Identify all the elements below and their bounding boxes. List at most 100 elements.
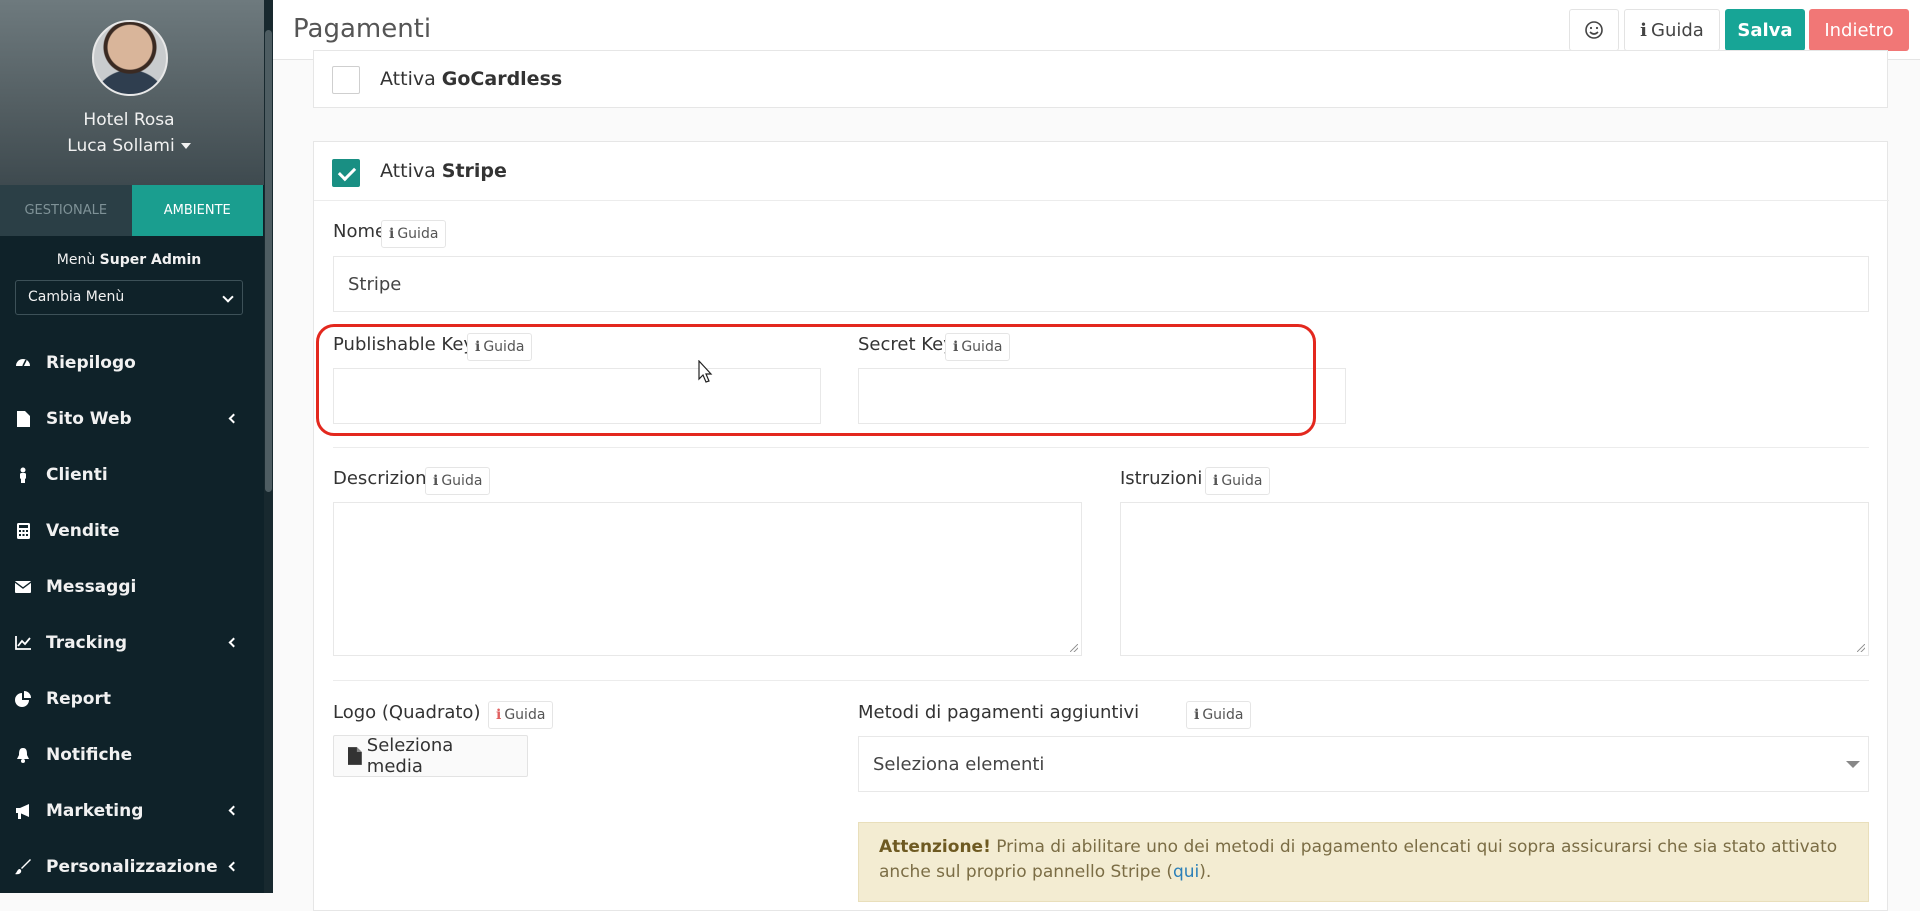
sidebar-item-label: Notifiche [46, 745, 133, 765]
info-icon: i [389, 226, 395, 242]
info-icon: i [1213, 473, 1219, 489]
dashboard-icon [14, 354, 32, 372]
descrizione-textarea[interactable] [333, 502, 1082, 656]
select-media-label: Seleziona media [366, 735, 454, 777]
sidebar-nav: Riepilogo Sito Web Clienti Vendite Messaggi T… [0, 335, 263, 895]
warning-alert: Attenzione! Prima di abilitare uno dei m… [858, 822, 1869, 902]
divider [333, 447, 1869, 448]
menu-heading: Menù Super Admin [0, 252, 258, 268]
stripe-panel-link[interactable]: qui [1173, 862, 1199, 882]
istruzioni-guida-button[interactable]: i Guida [1205, 467, 1271, 495]
menu-role: Super Admin [99, 252, 202, 268]
tab-ambiente[interactable]: AMBIENTE [131, 185, 263, 236]
hotel-name: Hotel Rosa [83, 110, 175, 130]
megaphone-icon [14, 802, 32, 820]
sidebar-item-messaggi[interactable]: Messaggi [0, 559, 263, 615]
highlight-annotation [316, 324, 1316, 436]
user-menu[interactable]: Luca Sollami [0, 136, 258, 156]
stripe-prefix: Attiva [380, 160, 436, 182]
sidebar-item-label: Riepilogo [46, 353, 136, 373]
divider [314, 200, 1889, 201]
alert-end: ). [1199, 862, 1212, 882]
gocardless-name: GoCardless [441, 68, 563, 90]
descrizione-guida-button[interactable]: i Guida [425, 467, 491, 495]
metodi-select[interactable]: Seleziona elementi [858, 736, 1869, 792]
sidebar-item-personalizzazione[interactable]: Personalizzazione [0, 839, 263, 895]
select-media-button[interactable]: Seleziona media [333, 735, 528, 777]
menu-prefix: Menù [56, 252, 96, 268]
sidebar-item-label: Report [46, 689, 111, 709]
sidebar-item-label: Tracking [46, 633, 128, 653]
sidebar: Hotel Rosa Luca Sollami GESTIONALE AMBIE… [0, 0, 273, 893]
bell-icon [14, 746, 32, 764]
chevron-left-icon [228, 413, 239, 424]
file-icon [14, 410, 32, 428]
sidebar-item-report[interactable]: Report [0, 671, 263, 727]
guida-label: Guida [1221, 473, 1263, 489]
chevron-left-icon [228, 805, 239, 816]
sidebar-item-label: Personalizzazione [46, 857, 218, 877]
istruzioni-label: Istruzioni [1120, 468, 1203, 489]
save-button[interactable]: Salva [1725, 9, 1805, 51]
info-icon: i [433, 473, 439, 489]
sidebar-item-notifiche[interactable]: Notifiche [0, 727, 263, 783]
nome-input[interactable]: Stripe [333, 256, 1869, 312]
envelope-icon [14, 578, 32, 596]
sidebar-item-tracking[interactable]: Tracking [0, 615, 263, 671]
caret-down-icon [1846, 761, 1860, 768]
guida-label: Guida [1651, 19, 1704, 41]
file-icon [348, 747, 362, 765]
stripe-panel: Attiva Stripe Nome i Guida Stripe Publish… [313, 141, 1889, 911]
info-icon: i [1194, 707, 1200, 723]
istruzioni-textarea[interactable] [1120, 502, 1869, 656]
gocardless-prefix: Attiva [380, 68, 436, 90]
avatar[interactable] [92, 20, 168, 96]
guida-label: Guida [397, 226, 439, 242]
descrizione-label: Descrizione [333, 468, 438, 489]
gocardless-panel: Attiva GoCardless [313, 50, 1888, 108]
chevron-left-icon [228, 861, 239, 872]
sidebar-item-vendite[interactable]: Vendite [0, 503, 263, 559]
stripe-label: Attiva Stripe [380, 160, 507, 182]
stripe-checkbox[interactable] [332, 159, 360, 187]
line-chart-icon [14, 634, 32, 652]
sidebar-item-riepilogo[interactable]: Riepilogo [0, 335, 263, 391]
sidebar-item-label: Vendite [46, 521, 120, 541]
info-icon: i [496, 707, 502, 723]
sidebar-scroll-thumb[interactable] [265, 30, 272, 492]
page-title: Pagamenti [293, 14, 432, 44]
guida-label: Guida [441, 473, 483, 489]
mode-tabs: GESTIONALE AMBIENTE [0, 185, 263, 236]
sidebar-item-label: Messaggi [46, 577, 137, 597]
back-button[interactable]: Indietro [1809, 9, 1909, 51]
menu-select[interactable]: Cambia Menù [15, 280, 243, 315]
guida-label: Guida [504, 707, 546, 723]
chevron-down-icon [222, 291, 234, 303]
main-content: Attiva GoCardless Attiva Stripe Nome i Gu… [273, 50, 1920, 911]
tab-gestionale[interactable]: GESTIONALE [0, 185, 132, 236]
sidebar-item-label: Marketing [46, 801, 144, 821]
guida-label: Guida [1202, 707, 1244, 723]
alert-text: Prima di abilitare uno dei metodi di pag… [879, 837, 1838, 882]
nome-guida-button[interactable]: i Guida [381, 220, 447, 248]
sidebar-item-marketing[interactable]: Marketing [0, 783, 263, 839]
caret-down-icon [180, 143, 191, 149]
calculator-icon [14, 522, 32, 540]
info-icon: i [1640, 19, 1647, 41]
metodi-placeholder: Seleziona elementi [873, 753, 1045, 775]
sidebar-item-label: Sito Web [46, 409, 132, 429]
sidebar-item-sito-web[interactable]: Sito Web [0, 391, 263, 447]
sidebar-item-label: Clienti [46, 465, 108, 485]
metodi-guida-button[interactable]: i Guida [1186, 701, 1252, 729]
logo-guida-button[interactable]: i Guida [488, 701, 554, 729]
emoji-button[interactable] [1569, 9, 1619, 51]
profile-panel: Hotel Rosa Luca Sollami [0, 0, 273, 185]
person-icon [14, 466, 32, 484]
chevron-left-icon [228, 637, 239, 648]
logo-label: Logo (Quadrato) [333, 702, 481, 723]
guida-button[interactable]: i Guida [1624, 9, 1720, 51]
gocardless-checkbox[interactable] [332, 66, 360, 94]
nome-label: Nome [333, 221, 387, 242]
mouse-cursor-icon [698, 360, 713, 383]
sidebar-item-clienti[interactable]: Clienti [0, 447, 263, 503]
